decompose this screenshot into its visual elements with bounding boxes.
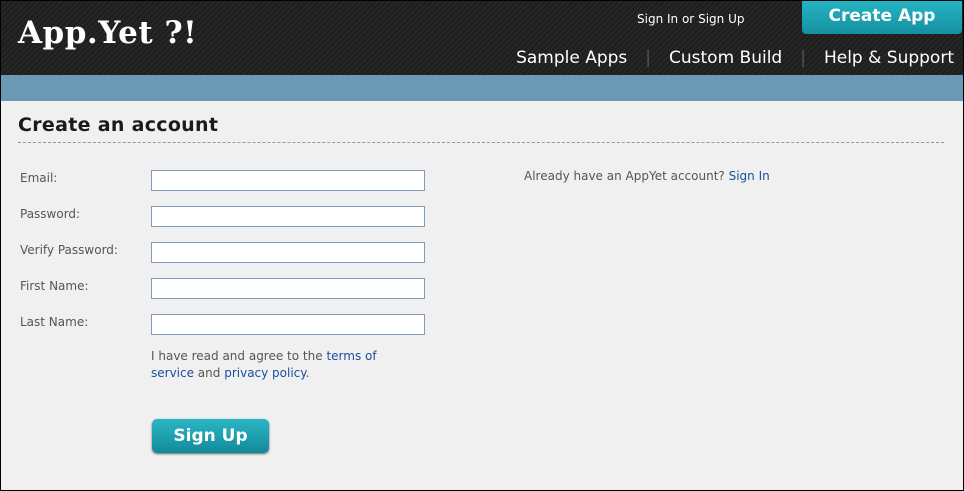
verify-password-label: Verify Password:	[20, 243, 118, 257]
nav-custom-build[interactable]: Custom Build	[669, 48, 782, 68]
header-bar	[1, 75, 963, 101]
password-input[interactable]	[153, 208, 423, 228]
password-label: Password:	[20, 207, 81, 221]
nav-separator: |	[800, 48, 806, 68]
email-label: Email:	[20, 171, 58, 185]
already-text: Already have an AppYet account?	[524, 169, 729, 183]
password-field[interactable]	[151, 206, 425, 228]
sign-up-button[interactable]: Sign Up	[152, 419, 269, 453]
email-input[interactable]	[153, 172, 423, 192]
sign-up-link[interactable]: Sign Up	[698, 12, 744, 26]
app-window: App.Yet ?! Sign In or Sign Up Create App…	[0, 0, 964, 491]
terms-prefix: I have read and agree to the	[151, 349, 327, 363]
sign-in-link[interactable]: Sign In	[637, 12, 678, 26]
auth-links: Sign In or Sign Up	[637, 12, 744, 26]
already-have-account: Already have an AppYet account? Sign In	[524, 169, 770, 183]
terms-text: I have read and agree to the terms of se…	[151, 348, 421, 382]
page-title: Create an account	[18, 114, 219, 136]
first-name-label: First Name:	[20, 279, 89, 293]
main-nav: Sample Apps | Custom Build | Help & Supp…	[516, 48, 954, 68]
privacy-policy-link[interactable]: privacy policy	[224, 366, 305, 380]
last-name-input[interactable]	[153, 316, 423, 336]
first-name-field[interactable]	[151, 278, 425, 300]
nav-separator: |	[645, 48, 652, 68]
title-divider	[18, 142, 944, 143]
first-name-input[interactable]	[153, 280, 423, 300]
nav-help-support[interactable]: Help & Support	[824, 48, 954, 68]
header: App.Yet ?! Sign In or Sign Up Create App…	[1, 1, 963, 75]
last-name-field[interactable]	[151, 314, 425, 336]
nav-sample-apps[interactable]: Sample Apps	[516, 48, 627, 68]
terms-suffix: .	[305, 366, 310, 380]
create-app-button[interactable]: Create App	[802, 1, 962, 34]
last-name-label: Last Name:	[20, 315, 89, 329]
verify-password-field[interactable]	[151, 242, 425, 264]
or-text: or	[681, 12, 695, 26]
email-field[interactable]	[151, 170, 425, 192]
sign-in-link-main[interactable]: Sign In	[729, 169, 770, 183]
terms-middle: and	[193, 366, 225, 380]
logo[interactable]: App.Yet ?!	[18, 15, 197, 51]
verify-password-input[interactable]	[153, 244, 423, 264]
